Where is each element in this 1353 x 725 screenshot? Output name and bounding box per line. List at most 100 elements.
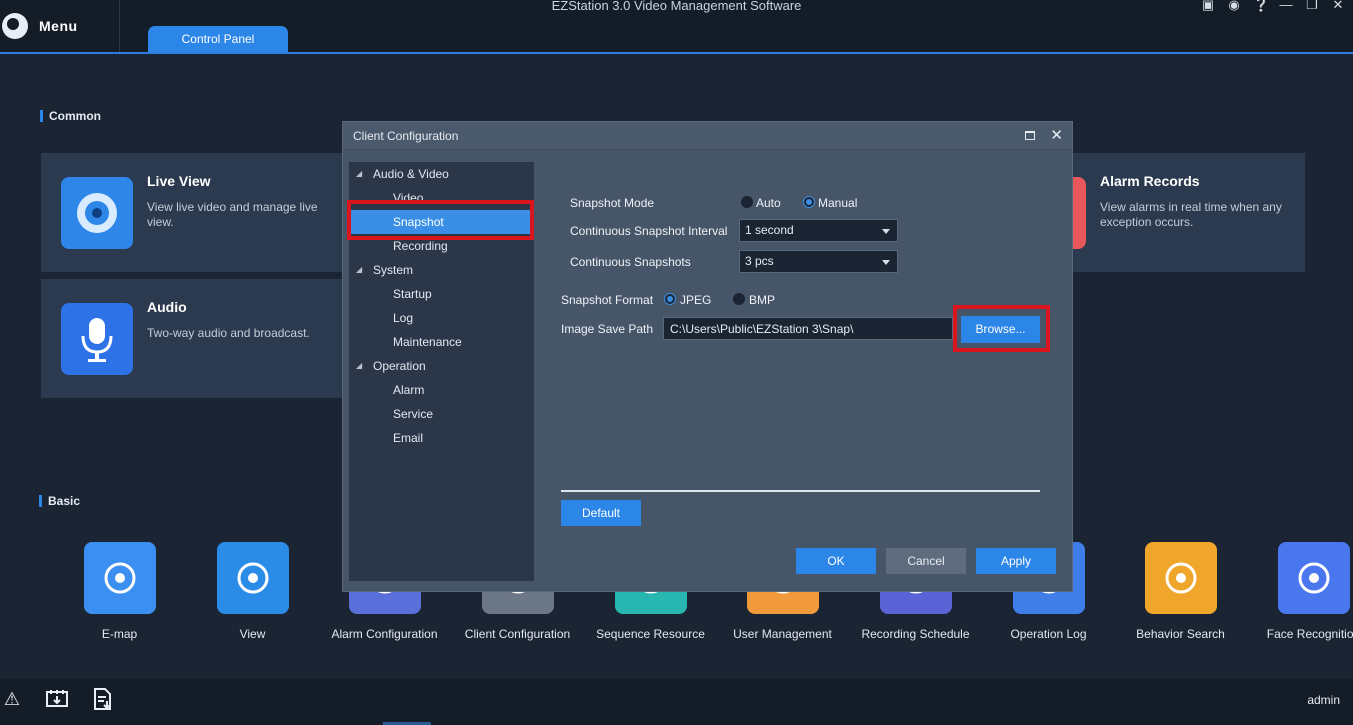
tree-item-label: Service bbox=[393, 407, 434, 421]
basic-label: User Management bbox=[733, 627, 832, 641]
basic-label: Operation Log bbox=[1010, 627, 1087, 641]
section-common: Common bbox=[40, 109, 101, 123]
network-icon[interactable]: ▣ bbox=[1201, 0, 1215, 13]
monitor-icon bbox=[216, 542, 289, 614]
highlight-snapshot bbox=[347, 200, 534, 240]
divider bbox=[561, 490, 1040, 492]
tree-item-label: Operation bbox=[373, 359, 426, 373]
card-title: Live View bbox=[147, 173, 211, 189]
tree-item[interactable]: Email bbox=[349, 426, 534, 450]
app-logo-icon bbox=[2, 13, 28, 39]
camera-icon bbox=[61, 177, 133, 249]
basic-label: E-map bbox=[101, 627, 138, 641]
card-alarm-records[interactable]: Alarm Records View alarms in real time w… bbox=[1060, 153, 1305, 272]
tab-control-panel[interactable]: Control Panel bbox=[148, 26, 288, 52]
mode-manual-label: Manual bbox=[818, 196, 858, 210]
basic-label: Behavior Search bbox=[1136, 627, 1225, 641]
tree-item-label: Maintenance bbox=[393, 335, 462, 349]
document-icon[interactable] bbox=[92, 688, 114, 710]
tree-item[interactable]: Log bbox=[349, 306, 534, 330]
interval-select[interactable]: 1 second bbox=[739, 219, 898, 242]
chevron-down-icon bbox=[882, 260, 890, 265]
basic-label: View bbox=[239, 627, 266, 641]
tree-item-label: Alarm bbox=[393, 383, 425, 397]
warning-icon[interactable]: ⚠ bbox=[1, 688, 23, 710]
app-title: EZStation 3.0 Video Management Software bbox=[551, 0, 802, 13]
tree-item-label: Startup bbox=[393, 287, 432, 301]
highlight-browse bbox=[953, 305, 1050, 352]
face-icon bbox=[1277, 542, 1350, 614]
basic-label: Sequence Resource bbox=[596, 627, 705, 641]
expand-arrow-icon[interactable]: ◢ bbox=[356, 258, 362, 282]
menu-label: Menu bbox=[39, 18, 78, 34]
expand-arrow-icon[interactable]: ◢ bbox=[356, 354, 362, 378]
basic-item[interactable]: View bbox=[186, 542, 319, 641]
dialog-close-icon[interactable]: ✕ bbox=[1050, 126, 1063, 144]
card-desc: View alarms in real time when any except… bbox=[1100, 200, 1282, 229]
restore-icon[interactable]: ❐ bbox=[1305, 0, 1319, 13]
snapshot-mode-label: Snapshot Mode bbox=[570, 196, 655, 210]
basic-label: Recording Schedule bbox=[861, 627, 970, 641]
status-bar: ⚠ admin bbox=[0, 679, 1353, 725]
basic-label: Face Recognition bbox=[1266, 627, 1353, 641]
card-title: Alarm Records bbox=[1100, 173, 1200, 189]
count-value: 3 pcs bbox=[745, 254, 774, 268]
basic-label: Client Configuration bbox=[464, 627, 571, 641]
tree-item-label: Log bbox=[393, 311, 414, 325]
client-configuration-dialog: Client Configuration ✕ ◢ Audio & Video Vid… bbox=[342, 121, 1073, 592]
tree-item[interactable]: ◢ Operation bbox=[349, 354, 534, 378]
lock-icon[interactable]: ◉ bbox=[1227, 0, 1241, 13]
interval-value: 1 second bbox=[745, 223, 794, 237]
window-controls: ▣ ◉ ❔ — ❐ ✕ bbox=[1201, 0, 1345, 13]
dialog-title: Client Configuration bbox=[353, 129, 459, 143]
mode-manual-radio[interactable] bbox=[803, 196, 815, 208]
card-desc: Two-way audio and broadcast. bbox=[147, 326, 310, 340]
person-walk-icon bbox=[1144, 542, 1217, 614]
path-label: Image Save Path bbox=[561, 322, 654, 336]
tree-item-label: Audio & Video bbox=[373, 167, 449, 181]
maximize-icon[interactable] bbox=[1025, 131, 1035, 140]
default-button[interactable]: Default bbox=[561, 500, 641, 526]
tree-item[interactable]: ◢ Audio & Video bbox=[349, 162, 534, 186]
mode-auto-radio[interactable] bbox=[741, 196, 753, 208]
ok-button[interactable]: OK bbox=[796, 548, 876, 574]
card-title: Audio bbox=[147, 299, 187, 315]
tree-item[interactable]: Startup bbox=[349, 282, 534, 306]
map-pin-icon bbox=[83, 542, 156, 614]
save-path-input[interactable] bbox=[663, 317, 953, 340]
card-live-view[interactable]: Live View View live video and manage liv… bbox=[41, 153, 371, 272]
dialog-header: Client Configuration ✕ bbox=[343, 122, 1072, 150]
format-label: Snapshot Format bbox=[561, 293, 654, 307]
tree-item[interactable]: Maintenance bbox=[349, 330, 534, 354]
format-bmp-radio[interactable] bbox=[733, 293, 745, 305]
basic-item[interactable]: E-map bbox=[53, 542, 186, 641]
minimize-icon[interactable]: — bbox=[1279, 0, 1293, 13]
cancel-button[interactable]: Cancel bbox=[886, 548, 966, 574]
card-audio[interactable]: Audio Two-way audio and broadcast. bbox=[41, 279, 371, 398]
basic-item[interactable]: Face Recognition bbox=[1247, 542, 1353, 641]
chevron-down-icon bbox=[882, 229, 890, 234]
expand-arrow-icon[interactable]: ◢ bbox=[356, 162, 362, 186]
close-icon[interactable]: ✕ bbox=[1331, 0, 1345, 13]
card-desc: View live video and manage live view. bbox=[147, 200, 318, 229]
basic-item[interactable]: Behavior Search bbox=[1114, 542, 1247, 641]
mode-auto-label: Auto bbox=[756, 196, 781, 210]
apply-button[interactable]: Apply bbox=[976, 548, 1056, 574]
tree-item-label: Email bbox=[393, 431, 424, 445]
top-bar: Menu EZStation 3.0 Video Management Soft… bbox=[0, 0, 1353, 54]
section-basic: Basic bbox=[39, 494, 80, 508]
format-jpeg-label: JPEG bbox=[680, 293, 712, 307]
tree-item-label: System bbox=[373, 263, 414, 277]
tree-item[interactable]: Alarm bbox=[349, 378, 534, 402]
microphone-icon bbox=[61, 303, 133, 375]
current-user[interactable]: admin bbox=[1307, 693, 1340, 707]
format-bmp-label: BMP bbox=[749, 293, 776, 307]
count-label: Continuous Snapshots bbox=[570, 255, 691, 269]
video-wall-icon[interactable] bbox=[46, 688, 68, 710]
basic-label: Alarm Configuration bbox=[331, 627, 438, 641]
count-select[interactable]: 3 pcs bbox=[739, 250, 898, 273]
help-icon[interactable]: ❔ bbox=[1253, 0, 1269, 13]
format-jpeg-radio[interactable] bbox=[664, 293, 676, 305]
tree-item[interactable]: Service bbox=[349, 402, 534, 426]
tree-item[interactable]: ◢ System bbox=[349, 258, 534, 282]
